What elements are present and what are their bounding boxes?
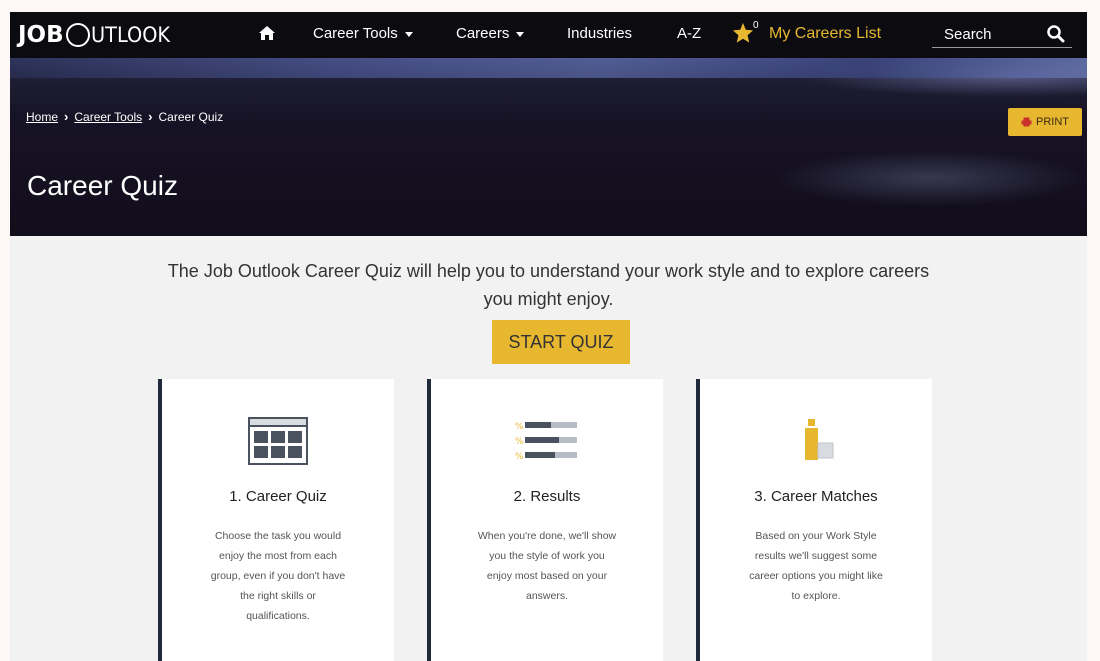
chevron-right-icon: › — [64, 109, 69, 124]
nav-career-tools[interactable]: Career Tools — [313, 25, 413, 42]
card-description-line: enjoy the most from each — [219, 550, 337, 562]
svg-text:%: % — [515, 437, 524, 447]
card-description-line: enjoy most based on your — [486, 570, 608, 582]
search-box — [932, 22, 1072, 48]
career-match-icon — [805, 419, 834, 460]
card-description-line: Choose the task you would — [214, 530, 342, 542]
card-title: 1. Career Quiz — [229, 488, 327, 505]
card-description-line: results we'll suggest some — [754, 550, 878, 562]
star-icon — [732, 22, 754, 43]
breadcrumb-career-tools[interactable]: Career Tools — [74, 110, 142, 124]
hero-banner: Home › Career Tools › Career Quiz PRINT … — [10, 58, 1087, 236]
card-description-line: answers. — [525, 590, 568, 602]
card-description-line: When you're done, we'll show — [477, 530, 617, 542]
nav-careers-label: Careers — [456, 25, 510, 42]
intro-text: The Job Outlook Career Quiz will help yo… — [10, 257, 1087, 313]
page-frame: JOB UTLOOK Career Tools Careers Industri… — [10, 12, 1087, 661]
logo-text-outlook: UTLOOK — [90, 23, 170, 47]
card-description-line: career options you might like — [749, 570, 883, 582]
chevron-down-icon — [516, 31, 525, 37]
nav-careers[interactable]: Careers — [456, 25, 525, 42]
breadcrumb-home[interactable]: Home — [26, 110, 58, 124]
home-icon[interactable] — [258, 24, 276, 42]
print-button[interactable]: PRINT — [1008, 108, 1082, 136]
card-description: When you're done, we'll show you the sty… — [457, 526, 637, 606]
card-title: 3. Career Matches — [754, 488, 878, 505]
intro-line-2: you might enjoy. — [483, 289, 614, 309]
card-title: 2. Results — [513, 488, 581, 505]
card-description: Choose the task you would enjoy the most… — [188, 526, 368, 626]
print-label: PRINT — [1036, 116, 1069, 128]
card-description-line: to explore. — [791, 590, 841, 602]
search-icon[interactable] — [1046, 24, 1066, 44]
nav-a-z-label: A-Z — [677, 25, 702, 42]
nav-industries-label: Industries — [567, 25, 633, 42]
my-careers-star[interactable]: 0 — [732, 20, 772, 48]
breadcrumb-current: Career Quiz — [158, 109, 224, 124]
card-description: Based on your Work Style results we'll s… — [726, 526, 906, 606]
card-description-line: the right skills or — [240, 590, 316, 602]
page-title: Career Quiz — [27, 170, 178, 201]
my-careers-link[interactable]: My Careers List — [769, 25, 881, 43]
svg-text:%: % — [515, 452, 524, 462]
logo-text-job: JOB — [18, 22, 64, 48]
step-card-results: % % % 2. Results When you're done, we'll… — [427, 379, 663, 661]
site-logo[interactable]: JOB UTLOOK — [18, 20, 177, 50]
card-description-line: Based on your Work Style — [755, 530, 877, 542]
nav-career-tools-label: Career Tools — [313, 25, 398, 42]
chevron-down-icon — [404, 31, 413, 37]
results-bars-icon: % % % — [515, 422, 577, 462]
my-careers-count-badge: 0 — [753, 20, 759, 31]
top-navbar: JOB UTLOOK Career Tools Careers Industri… — [10, 12, 1087, 58]
quiz-grid-icon — [248, 417, 308, 465]
svg-text:%: % — [515, 422, 524, 432]
card-description-line: group, even if you don't have — [210, 570, 346, 582]
nav-industries[interactable]: Industries — [567, 25, 632, 42]
breadcrumb: Home › Career Tools › Career Quiz — [26, 109, 223, 124]
start-quiz-button[interactable]: START QUIZ — [492, 320, 630, 364]
step-card-career-matches: 3. Career Matches Based on your Work Sty… — [696, 379, 932, 661]
printer-icon — [1021, 117, 1032, 127]
hero-light-streak — [10, 58, 1087, 78]
intro-line-1: The Job Outlook Career Quiz will help yo… — [167, 261, 930, 281]
card-description-line: qualifications. — [246, 610, 310, 622]
search-input[interactable] — [932, 22, 1032, 46]
chevron-right-icon: › — [148, 109, 153, 124]
logo-circle-icon — [65, 23, 90, 47]
nav-a-z[interactable]: A-Z — [677, 25, 701, 42]
card-description-line: you the style of work you — [489, 550, 605, 562]
step-card-career-quiz: 1. Career Quiz Choose the task you would… — [158, 379, 394, 661]
